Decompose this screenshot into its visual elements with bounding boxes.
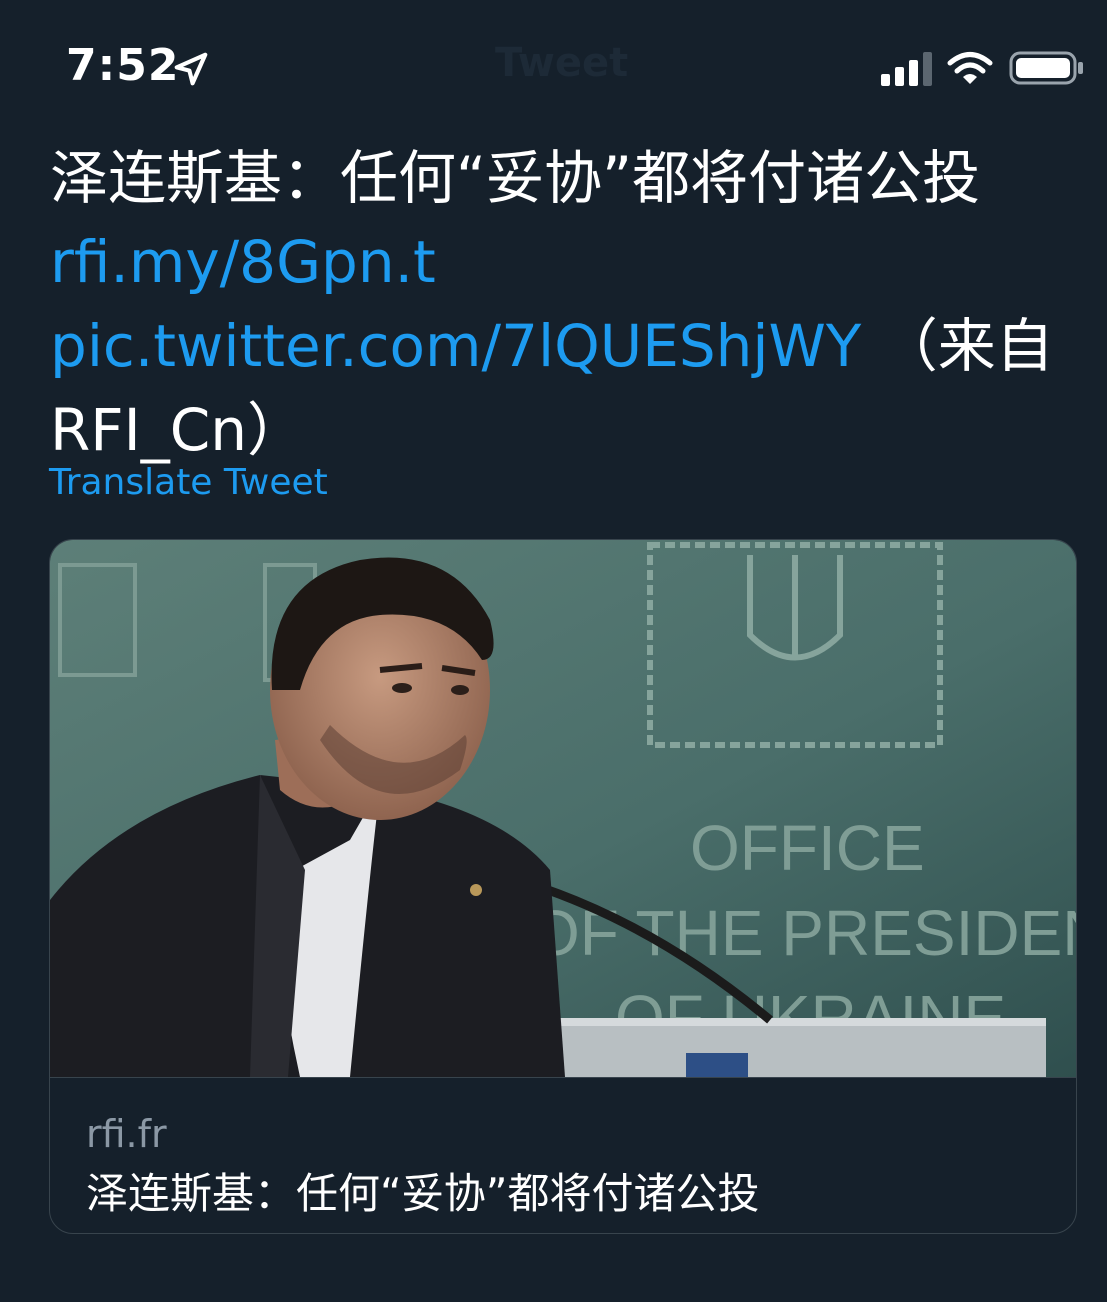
battery-icon bbox=[1009, 51, 1083, 85]
tweet-body: 泽连斯基：任何“妥协”都将付诸公投 rfi.my/8Gpn.t pic.twit… bbox=[50, 136, 1070, 472]
card-title: 泽连斯基：任何“妥协”都将付诸公投 bbox=[86, 1169, 760, 1218]
translate-tweet-button[interactable]: Translate Tweet bbox=[49, 462, 328, 503]
card-image: OFFICE OF THE PRESIDENT OF UKRAINE bbox=[50, 540, 1076, 1077]
card-meta: rfi.fr 泽连斯基：任何“妥协”都将付诸公投 bbox=[50, 1077, 1076, 1233]
image-text-president: OF THE PRESIDENT bbox=[530, 897, 1076, 969]
card-domain: rfi.fr bbox=[86, 1112, 167, 1156]
link-preview-card[interactable]: OFFICE OF THE PRESIDENT OF UKRAINE bbox=[49, 539, 1077, 1234]
tweet-text: 泽连斯基：任何“妥协”都将付诸公投 bbox=[50, 144, 981, 212]
location-arrow-icon bbox=[174, 52, 208, 86]
tweet-link-pic[interactable]: pic.twitter.com/7lQUEShjWY bbox=[50, 312, 861, 380]
wifi-icon bbox=[947, 52, 993, 84]
tweet-link-rfi[interactable]: rfi.my/8Gpn.t bbox=[50, 228, 436, 296]
status-bar: Tweet 7:52 bbox=[0, 0, 1107, 130]
cellular-signal-icon bbox=[881, 52, 932, 86]
tweet-links: rfi.my/8Gpn.t pic.twitter.com/7lQUEShjWY… bbox=[50, 220, 1070, 472]
image-text-office: OFFICE bbox=[690, 812, 925, 884]
status-time: 7:52 bbox=[66, 40, 180, 91]
nav-title: Tweet bbox=[495, 40, 629, 86]
